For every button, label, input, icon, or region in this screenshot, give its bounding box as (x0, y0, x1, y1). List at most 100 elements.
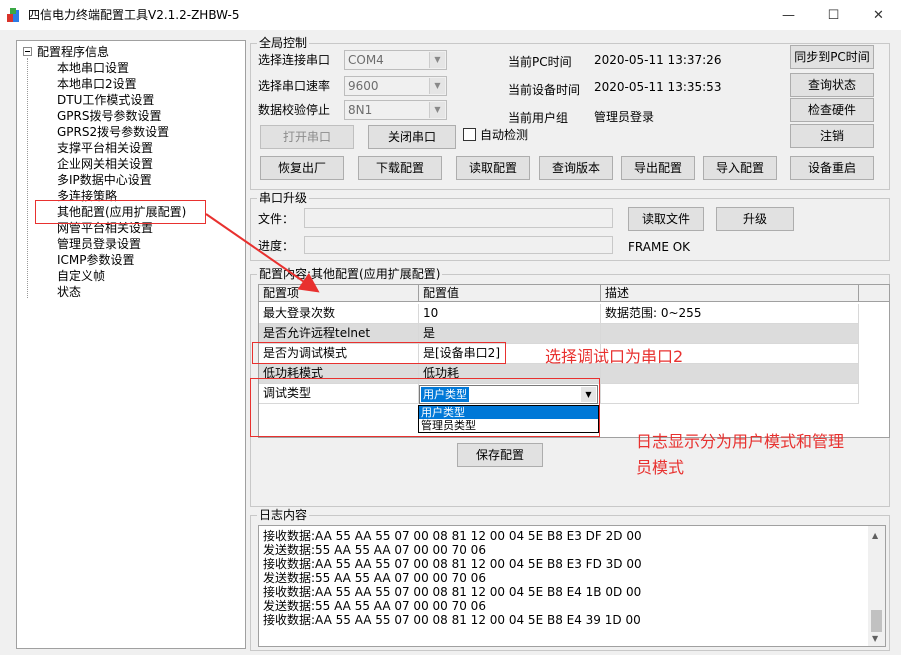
port-label: 选择连接串口 (258, 53, 331, 67)
port-value: COM4 (348, 53, 384, 67)
close-button[interactable]: ✕ (856, 0, 901, 30)
header-item[interactable]: 配置项 (259, 285, 419, 302)
minimize-button[interactable]: — (766, 0, 811, 30)
table-row[interactable]: 是否允许远程telnet 是 (259, 324, 859, 344)
progress-label: 进度： (258, 239, 295, 253)
log-line: 接收数据:AA 55 AA 55 07 00 08 81 12 00 04 5E… (263, 613, 641, 627)
cell-value[interactable]: 10 (419, 304, 601, 324)
close-port-button[interactable]: 关闭串口 (368, 125, 456, 149)
app-logo-icon (7, 8, 19, 22)
annotation-debug-port: 选择调试口为串口2 (545, 347, 684, 366)
config-content-title: 配置内容:其他配置(应用扩展配置) (257, 267, 443, 281)
open-port-button[interactable]: 打开串口 (260, 125, 354, 149)
port-select[interactable]: COM4 ▼ (344, 50, 447, 70)
global-control-title: 全局控制 (257, 36, 310, 50)
tree-item-admin-login[interactable]: 管理员登录设置 (57, 236, 141, 252)
log-line: 发送数据:55 AA 55 AA 07 00 00 70 06 (263, 599, 486, 613)
scrollbar-thumb[interactable] (871, 610, 882, 632)
baud-value: 9600 (348, 79, 379, 93)
cell-desc (601, 364, 859, 384)
tree-root[interactable]: 配置程序信息 (37, 44, 109, 60)
highlight-debug-mode-row (252, 342, 506, 364)
cell-desc (601, 384, 859, 404)
tree-item-dtu-mode[interactable]: DTU工作模式设置 (57, 92, 154, 108)
tree-item-icmp[interactable]: ICMP参数设置 (57, 252, 135, 268)
auto-detect-label: 自动检测 (480, 128, 529, 142)
tree-line (27, 58, 28, 298)
collapse-icon[interactable] (23, 47, 32, 56)
auto-detect-checkbox[interactable] (463, 128, 476, 141)
check-hardware-button[interactable]: 检查硬件 (790, 98, 874, 122)
title-bar: 四信电力终端配置工具V2.1.2-ZHBW-5 — ☐ ✕ (0, 0, 901, 30)
tree-item-support-platform[interactable]: 支撑平台相关设置 (57, 140, 153, 156)
cell-desc: 数据范围: 0~255 (601, 304, 859, 324)
sync-pc-time-button[interactable]: 同步到PC时间 (790, 45, 874, 69)
device-time-label: 当前设备时间 (508, 83, 581, 97)
tree-item-local-serial[interactable]: 本地串口设置 (57, 60, 129, 76)
cell-item: 最大登录次数 (259, 304, 419, 324)
upgrade-status: FRAME OK (628, 240, 691, 254)
scroll-up-icon[interactable]: ▲ (872, 531, 878, 540)
parity-select[interactable]: 8N1 ▼ (344, 100, 447, 120)
tree-item-multi-ip[interactable]: 多IP数据中心设置 (57, 172, 152, 188)
log-line: 接收数据:AA 55 AA 55 07 00 08 81 12 00 04 5E… (263, 529, 642, 543)
tree-item-gprs2-dial[interactable]: GPRS2拨号参数设置 (57, 124, 169, 140)
log-textarea[interactable]: 接收数据:AA 55 AA 55 07 00 08 81 12 00 04 5E… (258, 525, 886, 647)
cell-value[interactable]: 是 (419, 324, 601, 344)
baud-label: 选择串口速率 (258, 79, 331, 93)
app-window: 四信电力终端配置工具V2.1.2-ZHBW-5 — ☐ ✕ 配置程序信息 本地串… (0, 0, 901, 655)
pc-time-label: 当前PC时间 (508, 55, 572, 69)
serial-upgrade-title: 串口升级 (257, 191, 310, 205)
file-label: 文件： (258, 212, 295, 226)
header-desc[interactable]: 描述 (601, 285, 859, 302)
reboot-device-button[interactable]: 设备重启 (790, 156, 874, 180)
log-line: 发送数据:55 AA 55 AA 07 00 00 70 06 (263, 543, 486, 557)
parity-value: 8N1 (348, 103, 373, 117)
header-value[interactable]: 配置值 (419, 285, 601, 302)
read-file-button[interactable]: 读取文件 (628, 207, 704, 231)
scroll-down-icon[interactable]: ▼ (872, 634, 878, 643)
highlight-tree-selection (35, 200, 206, 224)
window-title: 四信电力终端配置工具V2.1.2-ZHBW-5 (28, 8, 240, 22)
annotation-log-mode-line2: 员模式 (636, 458, 685, 477)
query-status-button[interactable]: 查询状态 (790, 73, 874, 97)
tree-item-gprs-dial[interactable]: GPRS拨号参数设置 (57, 108, 162, 124)
log-scrollbar[interactable]: ▲ ▼ (868, 526, 885, 646)
download-config-button[interactable]: 下载配置 (358, 156, 442, 180)
header-filler (859, 285, 889, 302)
log-line: 接收数据:AA 55 AA 55 07 00 08 81 12 00 04 5E… (263, 585, 642, 599)
maximize-button[interactable]: ☐ (811, 0, 856, 30)
device-time-value: 2020-05-11 13:35:53 (594, 80, 722, 94)
upgrade-progress-bar (304, 236, 613, 254)
dropdown-arrow-icon: ▼ (429, 78, 445, 94)
log-title: 日志内容 (257, 508, 310, 522)
read-config-button[interactable]: 读取配置 (456, 156, 530, 180)
highlight-debug-type (250, 378, 600, 437)
config-tree: 配置程序信息 本地串口设置 本地串口2设置 DTU工作模式设置 GPRS拨号参数… (16, 40, 246, 649)
tree-item-enterprise-gateway[interactable]: 企业网关相关设置 (57, 156, 153, 172)
file-path-field[interactable] (304, 208, 613, 228)
cell-item: 是否允许远程telnet (259, 324, 419, 344)
parity-label: 数据校验停止 (258, 103, 331, 117)
upgrade-button[interactable]: 升级 (716, 207, 794, 231)
table-row[interactable]: 最大登录次数 10 数据范围: 0~255 (259, 304, 859, 324)
baud-select[interactable]: 9600 ▼ (344, 76, 447, 96)
logout-button[interactable]: 注销 (790, 124, 874, 148)
user-group-value: 管理员登录 (594, 110, 655, 124)
tree-item-status[interactable]: 状态 (57, 284, 81, 300)
log-line: 发送数据:55 AA 55 AA 07 00 00 70 06 (263, 571, 486, 585)
factory-reset-button[interactable]: 恢复出厂 (260, 156, 344, 180)
pc-time-value: 2020-05-11 13:37:26 (594, 53, 722, 67)
tree-item-local-serial2[interactable]: 本地串口2设置 (57, 76, 137, 92)
export-config-button[interactable]: 导出配置 (621, 156, 695, 180)
dropdown-arrow-icon: ▼ (429, 52, 445, 68)
query-version-button[interactable]: 查询版本 (539, 156, 613, 180)
import-config-button[interactable]: 导入配置 (703, 156, 777, 180)
save-config-button[interactable]: 保存配置 (457, 443, 543, 467)
dropdown-arrow-icon: ▼ (429, 102, 445, 118)
log-line: 接收数据:AA 55 AA 55 07 00 08 81 12 00 04 5E… (263, 557, 642, 571)
cell-desc (601, 324, 859, 344)
annotation-log-mode-line1: 日志显示分为用户模式和管理 (636, 432, 845, 451)
tree-item-custom-frame[interactable]: 自定义帧 (57, 268, 105, 284)
user-group-label: 当前用户组 (508, 111, 569, 125)
